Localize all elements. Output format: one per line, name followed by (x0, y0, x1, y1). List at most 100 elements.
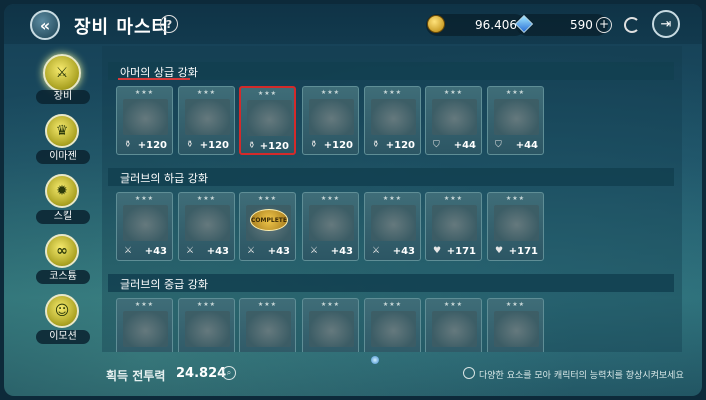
stat-value: +120 (199, 140, 229, 151)
top-bar: « 장비 마스터 ? 96.406 590 + ⇥ (4, 4, 702, 44)
mastery-panel: 아머의 상급 강화 ★★★ ⚱ +120 ★★★ ⚱ +120 ★★★ ⚱ +1… (102, 46, 682, 352)
sidebar-item-skill[interactable]: ✹ 스킬 (28, 172, 98, 230)
mastery-card[interactable]: ★★★ ⚔ +43 (178, 192, 235, 261)
mastery-card[interactable]: ★★★ (239, 298, 296, 352)
add-gems-button[interactable]: + (596, 17, 612, 33)
glove-thumbnail (371, 205, 416, 241)
mastery-card[interactable]: ★★★ (116, 298, 173, 352)
stat-value: +43 (330, 246, 353, 257)
exit-button[interactable]: ⇥ (652, 10, 680, 38)
armor-thumbnail (432, 99, 477, 135)
attack-icon: ⚔ (124, 246, 133, 256)
complete-badge: COMPLETE (250, 209, 288, 231)
mastery-card[interactable]: ★★★ ⛉ +44 (487, 86, 544, 155)
glove-thumbnail (371, 311, 416, 347)
mastery-card[interactable]: ★★★ ⛉ +44 (425, 86, 482, 155)
star-rating: ★★★ (382, 89, 403, 96)
sidebar-item-emotion[interactable]: ☺ 이모션 (28, 292, 98, 350)
emotion-icon: ☺ (45, 294, 79, 328)
glove-thumbnail (494, 311, 539, 347)
mastery-card[interactable]: ★★★ ♥ +171 (487, 192, 544, 261)
mastery-card-selected[interactable]: ★★★ ⚱ +120 (239, 86, 296, 155)
star-rating: ★★★ (257, 90, 278, 97)
mastery-card[interactable]: ★★★ (425, 298, 482, 352)
tip-text: 다양한 요소를 모아 캐릭터의 능력치를 향상시켜보세요 (479, 371, 684, 381)
sidebar-item-imagen[interactable]: ♛ 이마젠 (28, 112, 98, 170)
stat-value: +171 (508, 246, 538, 257)
stat-value: +44 (453, 140, 476, 151)
gold-coin-icon (427, 15, 445, 33)
mastery-card[interactable]: ★★★ COMPLETE ⚔ +43 (239, 192, 296, 261)
mastery-card[interactable]: ★★★ ⚱ +120 (178, 86, 235, 155)
star-rating: ★★★ (134, 301, 155, 308)
mastery-card[interactable]: ★★★ ♥ +171 (425, 192, 482, 261)
mastery-card[interactable]: ★★★ ⚱ +120 (364, 86, 421, 155)
star-rating: ★★★ (196, 89, 217, 96)
mastery-card[interactable]: ★★★ (364, 298, 421, 352)
stat-value: +120 (385, 140, 415, 151)
mastery-card[interactable]: ★★★ (487, 298, 544, 352)
attack-icon: ⚔ (247, 246, 256, 256)
refresh-icon[interactable] (624, 17, 640, 33)
stat-value: +120 (259, 141, 289, 152)
magnifier-icon[interactable]: ⌕ (222, 366, 236, 380)
stat-value: +43 (144, 246, 167, 257)
armor-thumbnail (247, 100, 292, 136)
star-rating: ★★★ (505, 301, 526, 308)
mastery-card[interactable]: ★★★ ⚔ +43 (302, 192, 359, 261)
star-rating: ★★★ (505, 195, 526, 202)
shield-icon: ⛉ (495, 140, 502, 150)
armor-thumbnail (309, 99, 354, 135)
mastery-card[interactable]: ★★★ ⚔ +43 (116, 192, 173, 261)
star-rating: ★★★ (443, 89, 464, 96)
star-rating: ★★★ (196, 301, 217, 308)
glove-thumbnail (123, 311, 168, 347)
star-rating: ★★★ (443, 301, 464, 308)
help-icon[interactable]: ? (160, 15, 178, 33)
sidebar-item-label: 이마젠 (36, 150, 90, 164)
star-rating: ★★★ (320, 301, 341, 308)
glove-thumbnail (309, 205, 354, 241)
back-button[interactable]: « (30, 10, 60, 40)
star-rating: ★★★ (196, 195, 217, 202)
section-underline (118, 78, 190, 80)
glove-thumbnail (309, 311, 354, 347)
heart-icon: ♥ (495, 246, 504, 256)
star-rating: ★★★ (382, 301, 403, 308)
page-title: 장비 마스터 (74, 17, 170, 38)
equipment-icon: ⚔ (43, 54, 81, 92)
star-rating: ★★★ (134, 89, 155, 96)
star-rating: ★★★ (134, 195, 155, 202)
stat-value: +171 (446, 246, 476, 257)
stat-icon: ⚱ (372, 140, 380, 150)
glove-thumbnail (185, 205, 230, 241)
imagen-icon: ♛ (45, 114, 79, 148)
exit-door-icon: ⇥ (660, 16, 672, 32)
sidebar-item-costume[interactable]: ∞ 코스튬 (28, 232, 98, 290)
mastery-card[interactable]: ★★★ ⚔ +43 (364, 192, 421, 261)
stat-value: +44 (515, 140, 538, 151)
back-arrow-icon: « (39, 15, 51, 35)
section-header: 글러브의 중급 강화 (108, 274, 674, 292)
section-header: 글러브의 하급 강화 (108, 168, 674, 186)
sidebar-item-label: 스킬 (36, 210, 90, 224)
stat-value: +43 (206, 246, 229, 257)
game-window: « 장비 마스터 ? 96.406 590 + ⇥ ⚔ 장비 ♛ 이마젠 ✹ 스… (4, 4, 702, 396)
power-value: 24.824 (176, 366, 227, 381)
section-header: 아머의 상급 강화 (108, 62, 674, 80)
star-rating: ★★★ (320, 89, 341, 96)
glove-thumbnail (185, 311, 230, 347)
mastery-card[interactable]: ★★★ ⚱ +120 (116, 86, 173, 155)
armor-thumbnail (494, 99, 539, 135)
shield-icon: ⛉ (433, 140, 440, 150)
glove-thumbnail (123, 205, 168, 241)
stat-value: +120 (137, 140, 167, 151)
attack-icon: ⚔ (186, 246, 195, 256)
mastery-card[interactable]: ★★★ (178, 298, 235, 352)
mastery-card[interactable]: ★★★ ⚱ +120 (302, 86, 359, 155)
stat-value: +120 (323, 140, 353, 151)
glove-thumbnail (432, 311, 477, 347)
sidebar-item-equipment[interactable]: ⚔ 장비 (28, 52, 98, 110)
section-title: 글러브의 하급 강화 (120, 172, 208, 185)
mastery-card[interactable]: ★★★ (302, 298, 359, 352)
